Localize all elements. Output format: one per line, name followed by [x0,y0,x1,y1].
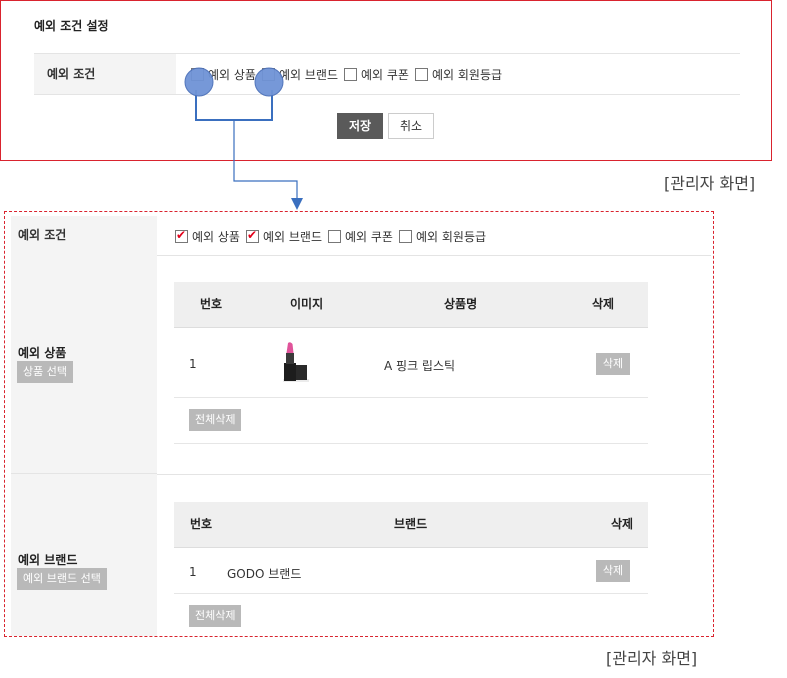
option-label: 예외 상품 [192,229,240,244]
section-title: 예외 상품 [18,346,67,360]
option-label: 예외 회원등급 [431,67,503,82]
checkbox-exception-member-grade[interactable] [398,229,412,243]
condition-row: 예외 조건 예외 상품 예외 브랜드 예외 쿠폰 예외 회원등급 [11,216,711,256]
checkbox-exception-product[interactable] [191,67,204,81]
option-exception-product[interactable]: 예외 상품 [175,228,240,245]
brand-table-header: 번호 브랜드 삭제 [174,502,648,548]
delete-all-button[interactable]: 전체삭제 [189,409,242,431]
option-label: 예외 상품 [208,67,256,82]
condition-options: 예외 상품 예외 브랜드 예외 쿠폰 예외 회원등급 [175,216,492,256]
product-name: A 핑크 립스틱 [384,359,456,373]
screen-caption-bottom: [관리자 화면] [606,649,698,668]
checkbox-exception-product[interactable] [175,228,188,243]
condition-row: 예외 조건 예외 상품 예외 브랜드 예외 쿠폰 예외 회원등급 [34,53,740,95]
select-brand-button[interactable]: 예외 브랜드 선택 [17,568,107,590]
checkbox-exception-brand[interactable] [261,67,275,81]
option-exception-coupon[interactable]: 예외 쿠폰 [328,228,393,245]
header-brand: 브랜드 [394,517,428,531]
option-label: 예외 쿠폰 [345,229,393,244]
delete-button[interactable]: 삭제 [596,560,630,582]
arrow-head-icon [291,198,303,210]
brand-name: GODO 브랜드 [227,567,302,581]
product-table-header: 번호 이미지 상품명 삭제 [174,282,648,328]
row-divider [174,593,648,594]
screen-caption-top: [관리자 화면] [664,174,756,193]
row-divider [174,397,648,398]
condition-label: 예외 조건 [11,216,157,256]
checkbox-exception-member-grade[interactable] [414,67,428,81]
condition-options: 예외 상품 예외 브랜드 예외 쿠폰 예외 회원등급 [191,54,508,94]
option-label: 예외 회원등급 [415,229,487,244]
exception-detail-panel: 예외 조건 예외 상품 예외 브랜드 예외 쿠폰 예외 회원등급 예외 상품 상… [4,211,714,637]
header-delete: 삭제 [592,297,615,311]
option-label: 예외 쿠폰 [361,67,409,82]
panel-title: 예외 조건 설정 [34,19,109,33]
select-product-button[interactable]: 상품 선택 [17,361,73,383]
header-name: 상품명 [444,297,478,311]
condition-label: 예외 조건 [34,54,176,94]
section-title: 예외 브랜드 [18,553,78,567]
section-divider [157,474,711,475]
cancel-button[interactable]: 취소 [388,113,434,139]
option-exception-brand[interactable]: 예외 브랜드 [261,66,338,83]
option-exception-member-grade[interactable]: 예외 회원등급 [414,66,503,83]
row-no: 1 [189,565,197,579]
product-image [283,342,309,382]
header-image: 이미지 [290,297,324,311]
checkbox-exception-coupon[interactable] [344,67,357,81]
header-no: 번호 [200,297,223,311]
section-exception-brand: 예외 브랜드 예외 브랜드 선택 [11,474,157,636]
delete-all-button[interactable]: 전체삭제 [189,605,242,627]
header-delete: 삭제 [611,517,634,531]
save-button[interactable]: 저장 [337,113,383,139]
checkbox-exception-coupon[interactable] [328,229,341,243]
section-exception-product: 예외 상품 상품 선택 [11,255,157,474]
option-exception-product[interactable]: 예외 상품 [191,66,256,83]
checkbox-exception-brand[interactable] [245,228,259,243]
row-divider [174,443,648,444]
row-no: 1 [189,357,197,371]
delete-button[interactable]: 삭제 [596,353,630,375]
option-exception-brand[interactable]: 예외 브랜드 [245,228,322,245]
option-exception-coupon[interactable]: 예외 쿠폰 [344,66,409,83]
option-label: 예외 브랜드 [262,229,322,244]
option-exception-member-grade[interactable]: 예외 회원등급 [398,228,487,245]
exception-settings-panel: 예외 조건 설정 예외 조건 예외 상품 예외 브랜드 예외 쿠폰 예외 회원등… [0,0,772,161]
header-no: 번호 [190,517,213,531]
option-label: 예외 브랜드 [278,67,338,82]
